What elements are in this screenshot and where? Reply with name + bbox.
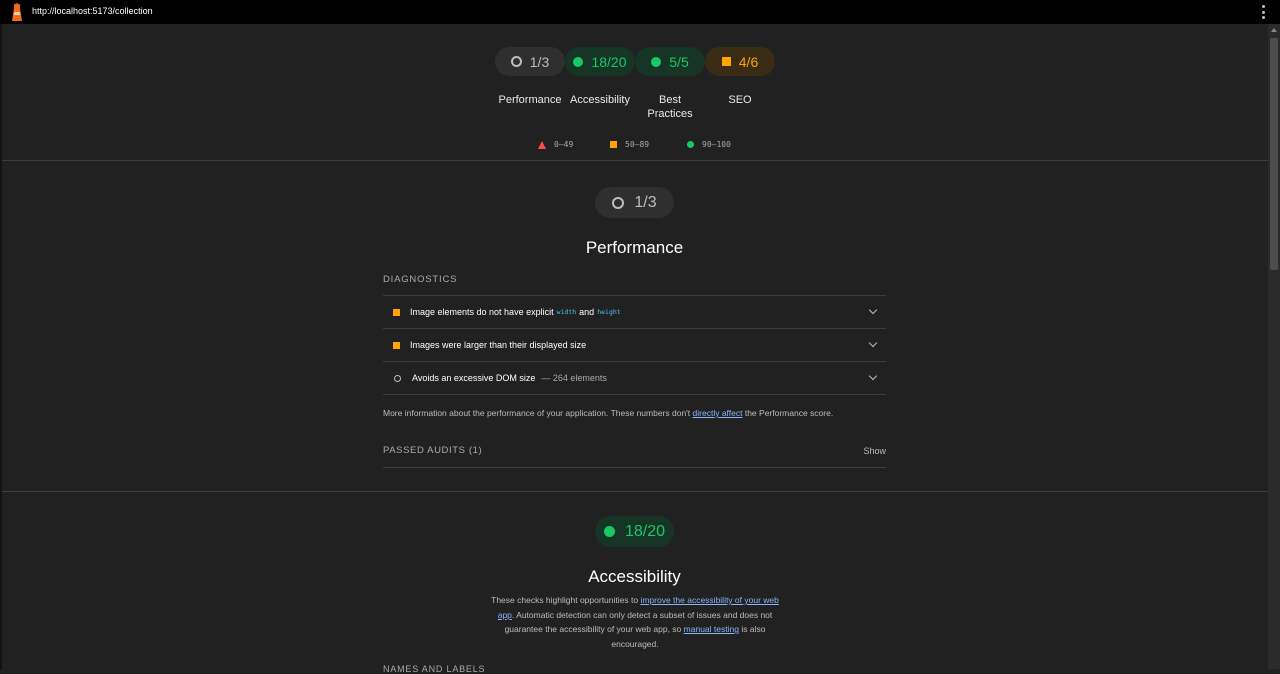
- directly-affect-link[interactable]: directly affect: [693, 408, 743, 418]
- passed-audits-group[interactable]: PASSED AUDITS (1) Show: [383, 445, 886, 468]
- performance-score-gauge: 1/3: [595, 187, 674, 218]
- audit-image-size[interactable]: Images were larger than their displayed …: [383, 328, 886, 361]
- fail-triangle-icon: [538, 140, 546, 149]
- gauge-performance[interactable]: 1/3: [495, 47, 565, 76]
- divider: [2, 160, 1268, 161]
- gauge-score: 5/5: [669, 53, 689, 70]
- gauge-label-performance[interactable]: Performance: [490, 93, 570, 107]
- legend-range: 0–49: [554, 140, 574, 149]
- score-gauges: 1/3 18/20 5/5 4/6: [495, 47, 785, 77]
- pass-circle-icon: [603, 526, 615, 537]
- average-square-icon: [393, 308, 400, 316]
- audit-code: height: [597, 308, 621, 316]
- audit-title: Avoids an excessive DOM size: [412, 373, 536, 383]
- pass-circle-icon: [651, 56, 662, 67]
- legend-fail: 0–49: [538, 140, 573, 149]
- performance-score: 1/3: [634, 193, 657, 211]
- gauge-label-seo[interactable]: SEO: [700, 93, 780, 107]
- pass-circle-icon: [687, 141, 694, 148]
- average-square-icon: [721, 57, 731, 66]
- audit-code: width: [556, 308, 577, 316]
- legend-average: 50–89: [610, 140, 649, 149]
- scrollbar-thumb[interactable]: [1270, 38, 1278, 270]
- neutral-circle-icon: [612, 196, 625, 209]
- performance-title: Performance: [585, 238, 684, 257]
- gauge-label-best-practices[interactable]: Best Practices: [630, 93, 710, 121]
- legend-range: 50–89: [625, 140, 650, 149]
- accessibility-title: Accessibility: [588, 567, 681, 586]
- legend-range: 90–100: [702, 140, 731, 149]
- audit-dom-size[interactable]: Avoids an excessive DOM size — 264 eleme…: [383, 361, 886, 395]
- accessibility-score-gauge: 18/20: [595, 516, 674, 547]
- browser-toolbar: http://localhost:5173/collection: [0, 0, 1280, 24]
- neutral-circle-icon: [394, 374, 401, 382]
- show-passed-button[interactable]: Show: [863, 446, 886, 456]
- audit-title: Image elements do not have explicit: [410, 307, 554, 317]
- diagnostics-list: Image elements do not have explicit widt…: [383, 295, 886, 395]
- diagnostics-label: DIAGNOSTICS: [383, 274, 458, 285]
- accessibility-score: 18/20: [624, 522, 666, 540]
- passed-audits-label: PASSED AUDITS (1): [383, 445, 483, 456]
- gauge-best-practices[interactable]: 5/5: [635, 47, 705, 76]
- divider: [2, 491, 1268, 492]
- address-bar-url[interactable]: http://localhost:5173/collection: [32, 6, 153, 16]
- audit-unsized-images[interactable]: Image elements do not have explicit widt…: [383, 295, 886, 328]
- chevron-down-icon[interactable]: [868, 371, 878, 381]
- left-edge: [0, 24, 2, 669]
- pass-circle-icon: [573, 56, 584, 67]
- info-text: More information about the performance o…: [383, 408, 691, 418]
- neutral-circle-icon: [510, 56, 522, 67]
- more-options-icon[interactable]: [1262, 5, 1266, 19]
- legend-pass: 90–100: [687, 140, 731, 149]
- audit-title-joiner: and: [579, 307, 595, 317]
- gauge-score: 18/20: [591, 53, 627, 70]
- lighthouse-logo-icon: [12, 3, 22, 21]
- gauge-accessibility[interactable]: 18/20: [565, 47, 635, 76]
- gauge-seo[interactable]: 4/6: [705, 47, 775, 76]
- audit-detail: — 264 elements: [541, 373, 607, 383]
- accessibility-description: These checks highlight opportunities to …: [487, 593, 783, 651]
- scroll-up-icon[interactable]: [1271, 28, 1277, 32]
- average-square-icon: [393, 341, 400, 349]
- chevron-down-icon[interactable]: [868, 305, 878, 315]
- info-text: the Performance score.: [744, 408, 834, 418]
- performance-info-text: More information about the performance o…: [383, 408, 886, 418]
- gauge-score: 4/6: [738, 53, 759, 70]
- names-and-labels-label: NAMES AND LABELS: [383, 664, 486, 674]
- audit-title: Images were larger than their displayed …: [410, 340, 587, 350]
- average-square-icon: [610, 141, 617, 148]
- scrollbar[interactable]: [1268, 24, 1280, 669]
- manual-testing-link[interactable]: manual testing: [684, 624, 739, 634]
- chevron-down-icon[interactable]: [868, 338, 878, 348]
- gauge-label-accessibility[interactable]: Accessibility: [560, 93, 640, 107]
- desc-text: These checks highlight opportunities to: [491, 595, 639, 605]
- gauge-score: 1/3: [529, 53, 550, 70]
